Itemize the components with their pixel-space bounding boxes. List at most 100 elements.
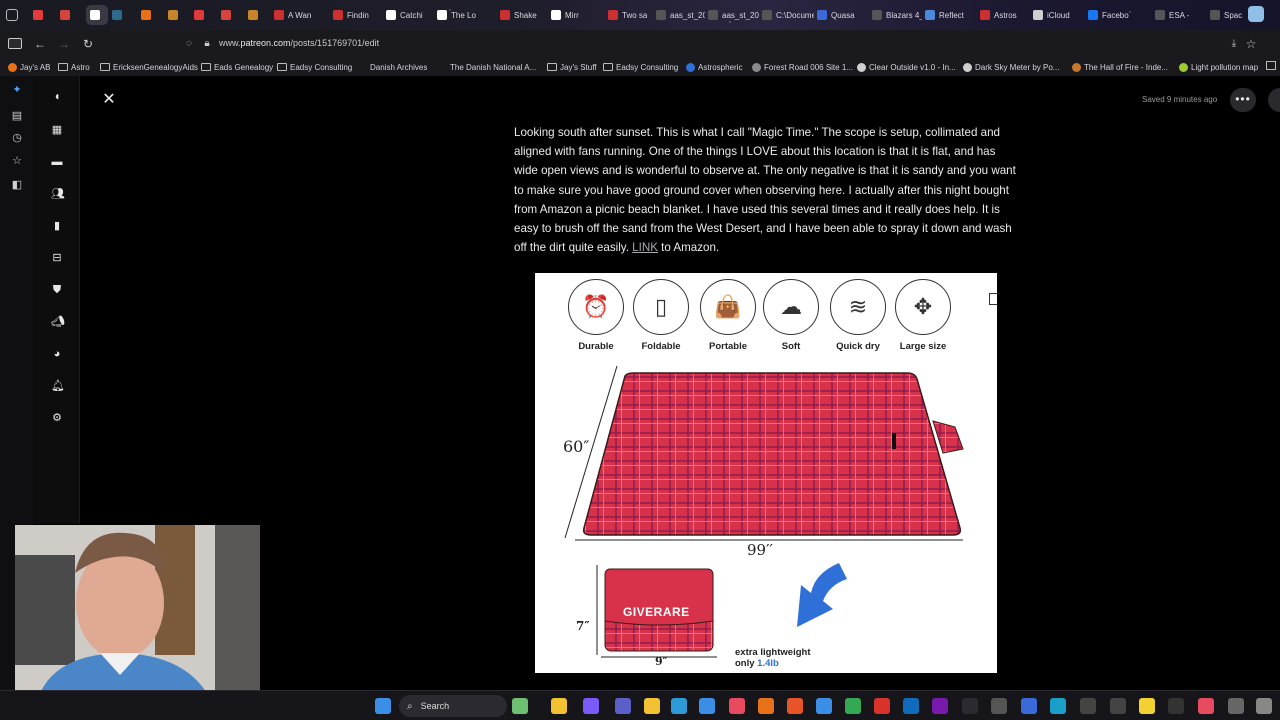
widgets-icon[interactable] <box>512 698 528 714</box>
audience-icon[interactable]: 👥︎ <box>51 188 65 200</box>
close-editor-icon[interactable]: ✕ <box>100 91 118 109</box>
bookmark-item[interactable]: Clear Outside v1.0 - In... <box>857 61 956 73</box>
more-options-button[interactable]: ••• <box>1230 88 1256 112</box>
bookmark-folder[interactable]: Eadsy Consulting <box>603 61 678 73</box>
payouts-icon[interactable]: ⊟ <box>51 252 63 264</box>
spreadsheet-icon[interactable] <box>962 698 978 714</box>
browser-tab[interactable] <box>86 5 108 25</box>
promotions-icon[interactable]: 📣︎ <box>51 316 65 328</box>
browser-tab[interactable] <box>60 5 74 25</box>
browser-tab[interactable]: Quasa <box>817 5 855 25</box>
bookmark-item[interactable]: Forest Road 006 Site 1... <box>752 61 853 73</box>
shield-icon[interactable]: ⛊ <box>51 284 63 296</box>
bookmark-folder[interactable]: Astro <box>58 61 90 73</box>
browser-tab[interactable] <box>112 5 126 25</box>
browser-tab[interactable]: C:\Docume <box>762 5 814 25</box>
browser-tab[interactable] <box>33 5 47 25</box>
music-app-icon[interactable] <box>1198 698 1214 714</box>
chrome-icon[interactable] <box>845 698 861 714</box>
bookmark-item[interactable]: Danish Archives <box>358 61 427 73</box>
copilot-app-icon[interactable] <box>583 698 599 714</box>
start-windows-icon[interactable] <box>375 698 391 714</box>
music-icon[interactable] <box>729 698 745 714</box>
bookmark-item[interactable]: Astrospheric <box>686 61 742 73</box>
patreon-logo-icon[interactable]: ◖ <box>51 90 63 102</box>
browser-tab[interactable]: iCloud <box>1033 5 1070 25</box>
forward-icon[interactable]: → <box>56 36 72 52</box>
amazon-link[interactable]: LINK <box>632 241 658 254</box>
app-icon[interactable] <box>991 698 1007 714</box>
browser-tab[interactable]: A Wan <box>274 5 311 25</box>
browser-tab[interactable]: Reflect <box>925 5 964 25</box>
community-icon[interactable]: ◕ <box>51 348 63 360</box>
taskbar-search[interactable]: ⌕ Search <box>399 695 507 717</box>
app-icon[interactable] <box>1168 698 1184 714</box>
app-icon[interactable] <box>1110 698 1126 714</box>
tracking-shield-icon[interactable]: ◌ <box>181 36 197 52</box>
app-icon[interactable] <box>1080 698 1096 714</box>
bookmark-item[interactable]: Jay's AB <box>8 61 50 73</box>
edge-collapse-button[interactable] <box>1268 88 1280 112</box>
profile-avatar[interactable] <box>1248 6 1264 22</box>
extensions-icon[interactable]: ◧ <box>11 179 23 191</box>
outlook-icon[interactable] <box>903 698 919 714</box>
browser-tab[interactable]: aas_st_202 <box>708 5 759 25</box>
browser-tab[interactable] <box>221 5 235 25</box>
bookmark-folder[interactable]: Eads Genealogy <box>201 61 273 73</box>
file-explorer-icon[interactable] <box>551 698 567 714</box>
notifications-icon[interactable]: 🔔︎ <box>51 380 65 392</box>
browser-tab[interactable]: Blazars 4_ <box>872 5 922 25</box>
tab-actions-icon[interactable] <box>6 9 18 21</box>
browser-tab[interactable] <box>141 5 155 25</box>
app-icon[interactable] <box>1256 698 1272 714</box>
browser-tab[interactable] <box>248 5 262 25</box>
sidebar-toggle-icon[interactable] <box>8 38 22 49</box>
browser-tab[interactable] <box>194 5 208 25</box>
post-body-paragraph[interactable]: Looking south after sunset. This is what… <box>514 123 1020 257</box>
browser-tab[interactable]: ESA - <box>1155 5 1189 25</box>
bookmark-folder[interactable]: Eadsy Consulting <box>277 61 352 73</box>
browser-tab[interactable]: Astros <box>980 5 1017 25</box>
acrobat-icon[interactable] <box>874 698 890 714</box>
browser-tab[interactable]: Shake <box>500 5 537 25</box>
bookmark-folder[interactable]: EricksenGenealogyAids <box>100 61 198 73</box>
browser-tab[interactable]: Facebo <box>1088 5 1129 25</box>
reload-icon[interactable]: ↻ <box>80 36 96 52</box>
mail-icon[interactable] <box>816 698 832 714</box>
edge-icon[interactable] <box>1050 698 1066 714</box>
firefox-icon[interactable] <box>758 698 774 714</box>
browser-tab[interactable]: Two sa <box>608 5 647 25</box>
bookmark-item[interactable]: Dark Sky Meter by Po... <box>963 61 1059 73</box>
bookmarks-overflow-icon[interactable] <box>1266 61 1276 70</box>
insights-icon[interactable]: ▮ <box>51 220 63 232</box>
favorites-icon[interactable]: ☆ <box>11 155 23 167</box>
browser-tab[interactable]: Catchi <box>386 5 423 25</box>
teams-icon[interactable] <box>615 698 631 714</box>
home-icon[interactable]: ▦ <box>51 124 63 136</box>
browser-tab[interactable]: The Lo <box>437 5 476 25</box>
browser-tab[interactable]: aas_st_202 <box>656 5 705 25</box>
app-icon[interactable] <box>1021 698 1037 714</box>
pencil-app-icon[interactable] <box>1139 698 1155 714</box>
browser-tab[interactable]: Findin <box>333 5 369 25</box>
folder-app-icon[interactable] <box>644 698 660 714</box>
browser-tab[interactable]: Mirr <box>551 5 579 25</box>
bookmark-star-icon[interactable]: ☆ <box>1243 36 1259 52</box>
onenote-icon[interactable] <box>932 698 948 714</box>
bookmark-folder[interactable]: Jay's Stuff <box>547 61 597 73</box>
browser-tab[interactable] <box>168 5 182 25</box>
library-icon[interactable]: ▬ <box>51 156 63 168</box>
picnic-blanket-product-image[interactable]: ⏰ Durable ▯ Foldable 👜 Portable ☁ Soft ≋ Quick dr… <box>535 273 997 673</box>
bookmark-item[interactable]: The Danish National A... <box>438 61 536 73</box>
copilot-icon[interactable]: ✦ <box>11 84 23 96</box>
address-bar[interactable]: www.patreon.com/posts/151769701/edit <box>219 38 379 48</box>
store-icon[interactable] <box>699 698 715 714</box>
settings-gear-icon[interactable]: ⚙ <box>51 412 63 424</box>
bookmark-item[interactable]: Light pollution map <box>1179 61 1258 73</box>
photos-icon[interactable] <box>671 698 687 714</box>
back-icon[interactable]: ← <box>32 36 48 52</box>
collections-icon[interactable]: ▤ <box>11 110 23 122</box>
history-icon[interactable]: ◷ <box>11 132 23 144</box>
browser-tab[interactable]: Space <box>1210 5 1242 25</box>
brave-icon[interactable] <box>787 698 803 714</box>
